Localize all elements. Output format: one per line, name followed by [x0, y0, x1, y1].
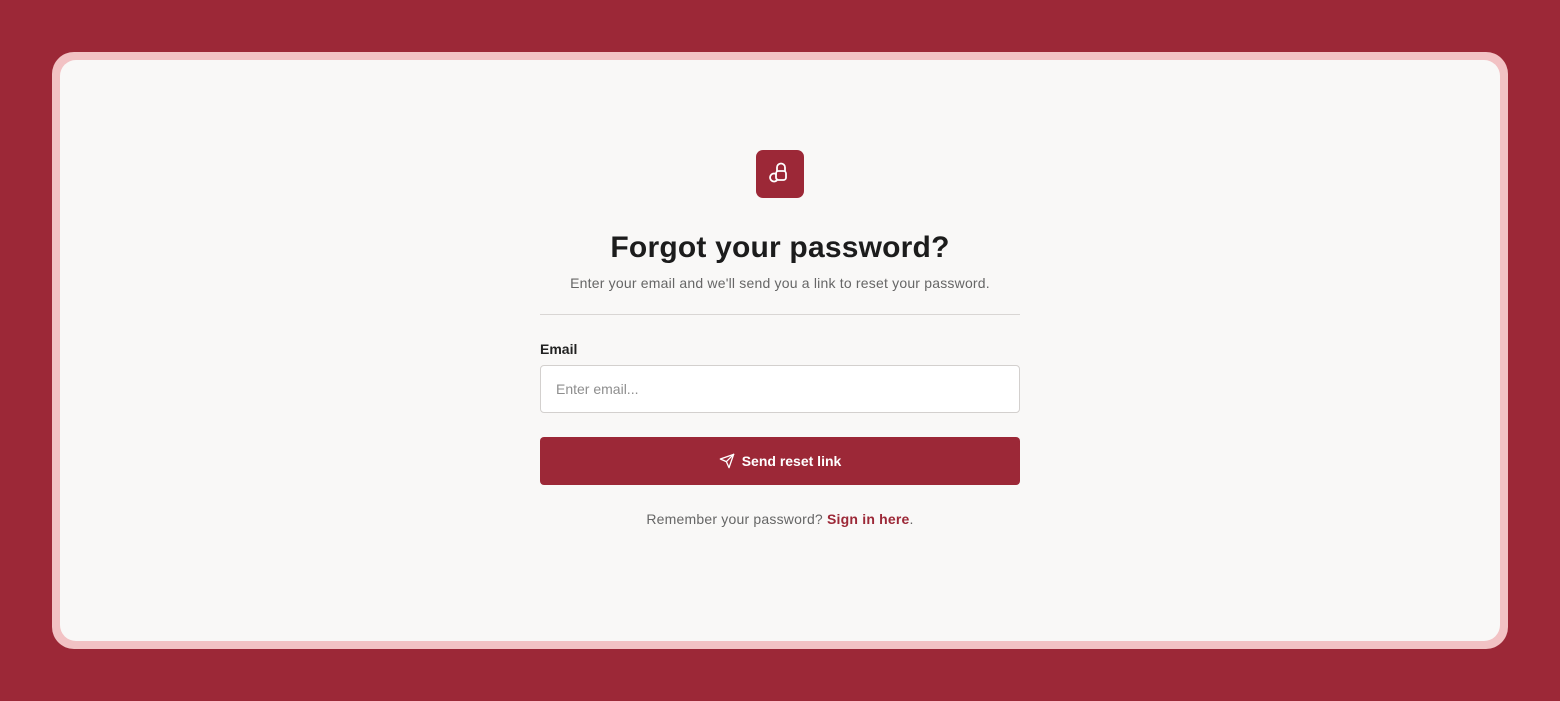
reset-form-container: Forgot your password? Enter your email a… — [540, 150, 1020, 528]
page-subtitle: Enter your email and we'll send you a li… — [570, 275, 990, 291]
signin-prompt-suffix: . — [909, 511, 914, 527]
sign-in-link[interactable]: Sign in here — [827, 511, 910, 527]
page-title: Forgot your password? — [610, 231, 950, 264]
send-reset-link-label: Send reset link — [741, 453, 842, 469]
send-icon — [719, 453, 735, 469]
padlock-logo-icon — [767, 159, 793, 190]
email-label: Email — [540, 341, 578, 357]
divider — [540, 314, 1020, 315]
email-input[interactable] — [540, 365, 1020, 413]
signin-prompt: Remember your password? Sign in here. — [540, 510, 1020, 528]
signin-prompt-text: Remember your password? — [646, 511, 823, 527]
send-reset-link-button[interactable]: Send reset link — [540, 437, 1020, 485]
outer-frame: Forgot your password? Enter your email a… — [52, 52, 1508, 649]
app-logo — [756, 150, 804, 198]
reset-card: Forgot your password? Enter your email a… — [60, 60, 1500, 641]
